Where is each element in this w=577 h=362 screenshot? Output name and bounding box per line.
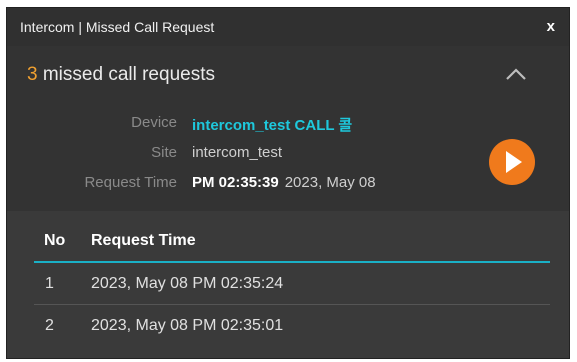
row-request-time: 2023, May 08 PM 02:35:01 — [91, 317, 284, 334]
site-label: Site — [151, 144, 177, 161]
chevron-up-icon — [506, 68, 526, 80]
table-row[interactable]: 2 2023, May 08 PM 02:35:01 — [34, 305, 550, 347]
request-time-row: Request Time PM 02:35:39 2023, May 08 — [7, 174, 569, 198]
column-header-request-time: Request Time — [91, 232, 196, 249]
request-time-date: 2023, May 08 — [284, 174, 376, 191]
row-number: 2 — [45, 317, 54, 334]
window-title: Intercom | Missed Call Request — [20, 19, 215, 35]
request-time-value: PM 02:35:39 — [192, 174, 279, 191]
row-number: 1 — [45, 275, 54, 292]
collapse-button[interactable] — [503, 63, 529, 85]
window-titlebar: Intercom | Missed Call Request x — [7, 8, 569, 46]
missed-count: 3 — [27, 64, 38, 85]
device-row: Device intercom_test CALL 콜 — [7, 114, 569, 138]
play-icon — [506, 151, 522, 173]
device-label: Device — [131, 114, 177, 131]
table-header: No Request Time — [34, 211, 550, 263]
missed-call-window: Intercom | Missed Call Request x 3 misse… — [6, 7, 570, 359]
play-button[interactable] — [489, 139, 535, 185]
request-time-label: Request Time — [84, 174, 177, 191]
row-request-time: 2023, May 08 PM 02:35:24 — [91, 275, 284, 292]
site-row: Site intercom_test — [7, 144, 569, 168]
missed-call-summary: 3 missed call requests — [27, 64, 215, 86]
missed-label: missed call requests — [37, 64, 215, 85]
device-value[interactable]: intercom_test CALL 콜 — [192, 114, 352, 135]
request-history-table: No Request Time 1 2023, May 08 PM 02:35:… — [7, 211, 569, 358]
table-row[interactable]: 1 2023, May 08 PM 02:35:24 — [34, 263, 550, 305]
request-time-value-group: PM 02:35:39 2023, May 08 — [192, 174, 376, 191]
close-button[interactable]: x — [547, 8, 555, 46]
column-header-no: No — [44, 232, 66, 249]
call-info-panel: 3 missed call requests Device intercom_t… — [7, 46, 569, 211]
site-value: intercom_test — [192, 144, 283, 161]
